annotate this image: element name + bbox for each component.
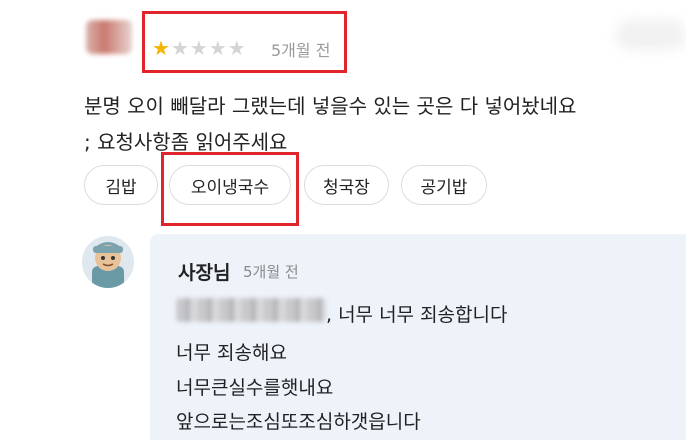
rating-highlight-box [142, 11, 347, 73]
blurred-corner-element [616, 20, 686, 50]
review-text-line-1: 분명 오이 빼달라 그랬는데 넣을수 있는 곳은 다 넣어놨네요 [84, 94, 577, 118]
customer-name-blurred [176, 298, 326, 322]
owner-name: 사장님 [178, 262, 231, 284]
menu-tag-rice[interactable]: 공기밥 [401, 165, 487, 205]
reply-line-4: 앞으로는조심또조심하갯읍니다 [176, 411, 421, 433]
menu-highlight-box [161, 152, 299, 226]
owner-avatar-icon [82, 236, 134, 288]
menu-tag-kimbap[interactable]: 김밥 [84, 165, 158, 205]
owner-avatar [82, 236, 134, 288]
reply-line-3: 너무큰실수를햇내요 [176, 377, 334, 399]
reviewer-avatar-blurred [86, 20, 132, 54]
review-text: 분명 오이 빼달라 그랬는데 넣을수 있는 곳은 다 넣어놨네요 ; 요청사항좀… [84, 88, 674, 160]
reply-line-2: 너무 죄송해요 [176, 342, 287, 364]
owner-reply-date: 5개월 전 [243, 263, 299, 281]
menu-tag-cheonggukjang[interactable]: 청국장 [304, 165, 389, 205]
reply-line-1: , 너무 너무 죄송합니다 [326, 304, 508, 326]
